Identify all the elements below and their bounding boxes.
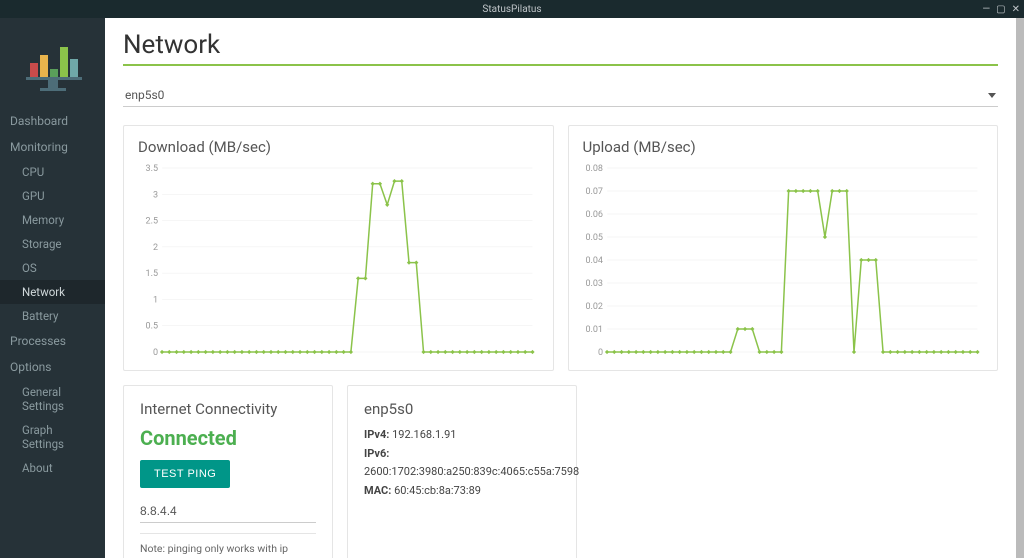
sidebar-item-gpu[interactable]: GPU	[0, 184, 105, 208]
ipv4-value: 192.168.1.91	[392, 428, 456, 441]
sidebar: DashboardMonitoringCPUGPUMemoryStorageOS…	[0, 18, 105, 558]
connectivity-card: Internet Connectivity Connected TEST PIN…	[123, 385, 333, 558]
download-chart-card: Download (MB/sec) 0 0.5 1 1.5 2 2.5 3 3.5	[123, 125, 554, 371]
upload-chart-title: Upload (MB/sec)	[583, 138, 984, 156]
sidebar-item-cpu[interactable]: CPU	[0, 160, 105, 184]
logo-icon	[18, 33, 88, 93]
connectivity-status: Connected	[140, 426, 316, 450]
sidebar-item-processes[interactable]: Processes	[0, 328, 105, 354]
scrollbar-thumb[interactable]	[1016, 18, 1024, 558]
upload-chart-card: Upload (MB/sec) 0 0.01 0.02 0.03 0.04 0.05 0.0…	[568, 125, 999, 371]
svg-text:0.08: 0.08	[585, 164, 603, 174]
titlebar: StatusPilatus — ▢ ✕	[0, 0, 1024, 18]
page-title: Network	[123, 30, 998, 60]
upload-chart: 0 0.01 0.02 0.03 0.04 0.05 0.06 0.07 0.08	[583, 162, 984, 362]
maximize-icon[interactable]: ▢	[996, 4, 1005, 15]
sidebar-item-dashboard[interactable]: Dashboard	[0, 108, 105, 134]
interface-details-body: IPv4: 192.168.1.91 IPv6: 2600:1702:3980:…	[364, 426, 560, 501]
sidebar-nav: DashboardMonitoringCPUGPUMemoryStorageOS…	[0, 108, 105, 480]
svg-text:0.01: 0.01	[585, 325, 603, 335]
chevron-down-icon	[988, 93, 996, 98]
scrollbar[interactable]	[1016, 18, 1024, 558]
svg-text:1.5: 1.5	[146, 269, 159, 279]
sidebar-item-about[interactable]: About	[0, 456, 105, 480]
interface-select-value: enp5s0	[125, 88, 988, 102]
ipv6-value: 2600:1702:3980:a250:839c:4065:c55a:7598	[364, 465, 579, 478]
svg-text:0: 0	[597, 348, 602, 358]
svg-text:0: 0	[153, 348, 158, 358]
connectivity-title: Internet Connectivity	[140, 400, 316, 418]
close-icon[interactable]: ✕	[1012, 4, 1020, 15]
interface-details-title: enp5s0	[364, 400, 560, 418]
window-controls: — ▢ ✕	[982, 4, 1020, 15]
svg-text:0.06: 0.06	[585, 210, 603, 220]
svg-text:0.05: 0.05	[585, 233, 603, 243]
sidebar-item-monitoring[interactable]: Monitoring	[0, 134, 105, 160]
sidebar-item-os[interactable]: OS	[0, 256, 105, 280]
svg-text:0.5: 0.5	[146, 322, 159, 332]
svg-text:2: 2	[153, 243, 158, 253]
page-title-underline	[123, 64, 998, 66]
sidebar-item-options[interactable]: Options	[0, 354, 105, 380]
sidebar-item-general-settings[interactable]: General Settings	[0, 380, 105, 418]
svg-text:0.04: 0.04	[585, 256, 603, 266]
window-title: StatusPilatus	[0, 4, 1024, 15]
sidebar-item-battery[interactable]: Battery	[0, 304, 105, 328]
app-logo	[0, 18, 105, 108]
ping-ip-input[interactable]	[140, 500, 316, 523]
interface-details-card: enp5s0 IPv4: 192.168.1.91 IPv6: 2600:170…	[347, 385, 577, 558]
download-chart-title: Download (MB/sec)	[138, 138, 539, 156]
sidebar-item-network[interactable]: Network	[0, 280, 105, 304]
svg-text:0.02: 0.02	[585, 302, 603, 312]
svg-text:3.5: 3.5	[146, 164, 159, 174]
svg-text:3: 3	[153, 190, 158, 200]
sidebar-item-memory[interactable]: Memory	[0, 208, 105, 232]
sidebar-item-storage[interactable]: Storage	[0, 232, 105, 256]
test-ping-button[interactable]: TEST PING	[140, 460, 230, 488]
main-content: Network enp5s0 Download (MB/sec) 0 0.5 1 1.…	[105, 18, 1016, 558]
svg-text:0.03: 0.03	[585, 279, 603, 289]
interface-select[interactable]: enp5s0	[123, 84, 998, 107]
download-chart: 0 0.5 1 1.5 2 2.5 3 3.5	[138, 162, 539, 362]
svg-text:2.5: 2.5	[146, 217, 159, 227]
ping-note: Note: pinging only works with ip adresse…	[140, 533, 316, 558]
svg-text:1: 1	[153, 295, 158, 305]
sidebar-item-graph-settings[interactable]: Graph Settings	[0, 418, 105, 456]
mac-value: 60:45:cb:8a:73:89	[394, 484, 481, 497]
svg-text:0.07: 0.07	[585, 187, 603, 197]
minimize-icon[interactable]: —	[982, 4, 990, 15]
